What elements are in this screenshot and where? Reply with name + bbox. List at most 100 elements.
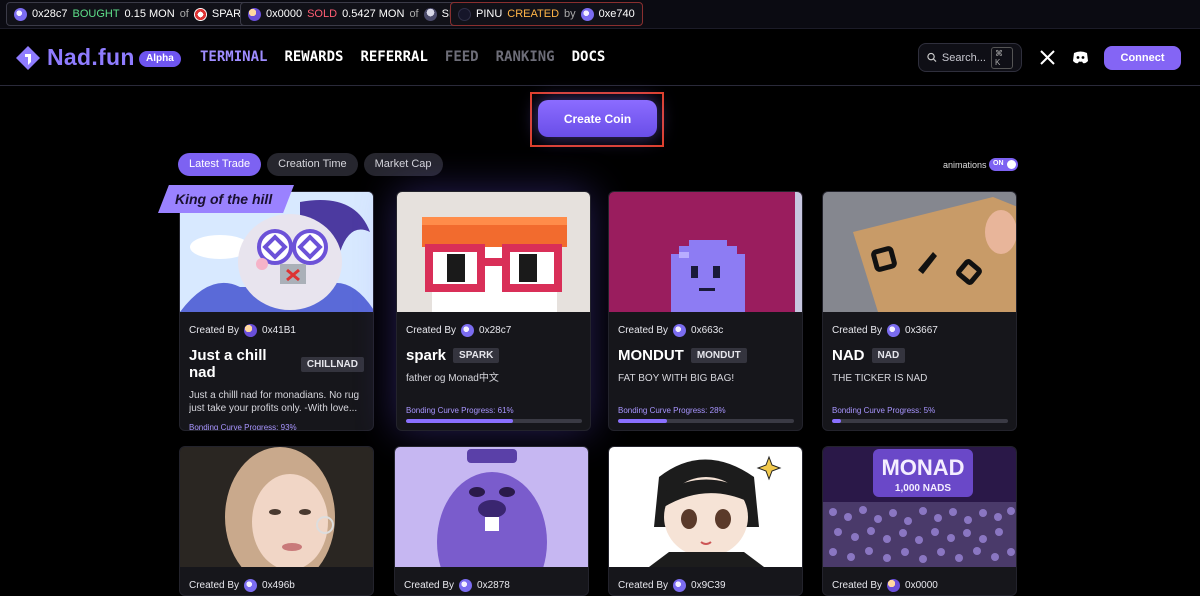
coin-card[interactable]: Created By 0x9C39 [608,446,803,596]
toggle-state: ON [993,160,1004,167]
progress-value: 5% [923,406,936,415]
coin-ticker: NAD [871,348,906,363]
progress-bar [406,419,582,423]
user-avatar [580,7,594,21]
logo-text[interactable]: Nad.fun [47,44,135,71]
token-avatar [193,7,207,21]
ticker-action: CREATED [507,8,560,20]
creator-address[interactable]: 0x2878 [477,580,510,591]
creator-address[interactable]: 0x41B1 [262,325,296,336]
progress-label: Bonding Curve Progress: [832,406,922,415]
coin-description: father og Monad中文 [406,373,499,384]
discord-icon[interactable] [1072,50,1089,65]
coin-description: Just a chilll nad for monadians. No rug … [189,390,360,414]
created-by-row: Created By 0x496b [189,579,364,592]
nav-docs[interactable]: DOCS [572,49,606,65]
nav-feed[interactable]: FEED [445,49,479,65]
user-avatar [14,7,27,21]
beaver-image [395,447,588,567]
filter-market-cap[interactable]: Market Cap [363,153,443,176]
ticker-item-sell[interactable]: 0x0000 SOLD 0.5427 MON of SL [240,2,464,26]
search-icon [927,52,937,62]
created-by-label: Created By [618,580,669,591]
x-twitter-icon[interactable] [1040,50,1055,65]
creator-avatar [244,324,258,337]
coin-name: MONDUT [618,347,684,364]
coin-card[interactable]: Created By 0x41B1 Just a chill nad CHILL… [179,191,374,431]
coin-card[interactable]: Created By 0x496b [179,446,374,596]
coin-image [397,192,590,312]
creator-address[interactable]: 0x0000 [905,580,938,591]
ticker-action: BOUGHT [72,8,120,20]
image-monad-text: MONAD [881,455,964,480]
creator-avatar [461,324,475,337]
coin-image [609,192,802,312]
ticker-amount: 0.15 MON [124,8,175,20]
creator-avatar [459,579,473,592]
coin-card[interactable]: MONAD 1,000 NADS Created By 0x0000 [822,446,1017,596]
progress-label: Bonding Curve Progress: [618,406,708,415]
filter-latest-trade[interactable]: Latest Trade [178,153,262,176]
filter-creation-time[interactable]: Creation Time [267,153,358,176]
coin-card[interactable]: Created By 0x2878 [394,446,589,596]
ticker-item-create[interactable]: PINU CREATED by 0xe740 [450,2,643,26]
ticker-item-buy[interactable]: 0x28c7 BOUGHT 0.15 MON of SPARK [6,2,257,26]
create-coin-button[interactable]: Create Coin [538,100,657,137]
coin-image [609,447,802,567]
coin-ticker: CHILLNAD [300,356,364,372]
created-by-row: Created By 0x41B1 [189,324,364,337]
created-by-label: Created By [832,325,883,336]
coin-ticker: MONDUT [690,348,747,363]
main-nav: TERMINAL REWARDS REFERRAL FEED RANKING D… [200,49,605,65]
mondut-pixel-image [609,192,802,312]
coin-card[interactable]: Created By 0x663c MONDUT MONDUT FAT BOY … [608,191,803,431]
progress-fill [618,419,668,423]
ticker-of: of [409,8,419,20]
coin-name: NAD [832,347,865,364]
animations-toggle[interactable]: ON [989,158,1018,171]
user-avatar [248,7,261,21]
nadfun-logo-icon[interactable] [15,45,41,71]
creator-address[interactable]: 0x3667 [905,325,938,336]
created-by-row: Created By 0x2878 [404,579,579,592]
nav-referral[interactable]: REFERRAL [360,49,427,65]
progress-text: Bonding Curve Progress: 5% [832,406,1007,415]
connect-button[interactable]: Connect [1104,46,1181,70]
search-box[interactable]: Search... ⌘ K [918,43,1022,72]
coin-name: Just a chill nad [189,347,267,381]
creator-address[interactable]: 0x496b [262,580,295,591]
ticker-of: of [179,8,189,20]
coin-description: FAT BOY WITH BIG BAG! [618,373,735,384]
monad-crowd-image: MONAD 1,000 NADS [823,447,1016,567]
progress-value: 61% [497,406,514,415]
created-by-label: Created By [618,325,669,336]
nav-ranking[interactable]: RANKING [496,49,555,65]
coin-card[interactable]: Created By 0x28c7 spark SPARK father og … [396,191,591,431]
nav-terminal[interactable]: TERMINAL [200,49,267,65]
created-by-row: Created By 0x663c [618,324,793,337]
coin-name: spark [406,347,447,364]
creator-avatar [244,579,258,592]
creator-address[interactable]: 0x663c [691,325,723,336]
ticker-by: by [564,8,576,20]
alpha-badge: Alpha [139,51,181,67]
ticker-address: 0x0000 [266,8,303,20]
created-by-row: Created By 0x28c7 [406,324,581,337]
created-by-row: Created By 0x9C39 [618,579,793,592]
created-by-row: Created By 0x3667 [832,324,1007,337]
progress-bar [618,419,794,423]
nad-card-image [823,192,1016,312]
token-avatar [458,7,471,21]
creator-address[interactable]: 0x28c7 [479,325,511,336]
ticker-amount: 0.5427 MON [342,8,405,20]
coin-card[interactable]: Created By 0x3667 NAD NAD THE TICKER IS … [822,191,1017,431]
king-label: King of the hill [175,191,273,207]
creator-avatar [887,324,901,337]
nav-rewards[interactable]: REWARDS [284,49,343,65]
creator-address[interactable]: 0x9C39 [691,580,725,591]
progress-fill [406,419,514,423]
creator-avatar [673,579,687,592]
top-header: Nad.fun Alpha TERMINAL REWARDS REFERRAL … [0,29,1200,86]
creator-avatar [673,324,687,337]
anime-character-image [609,447,802,567]
